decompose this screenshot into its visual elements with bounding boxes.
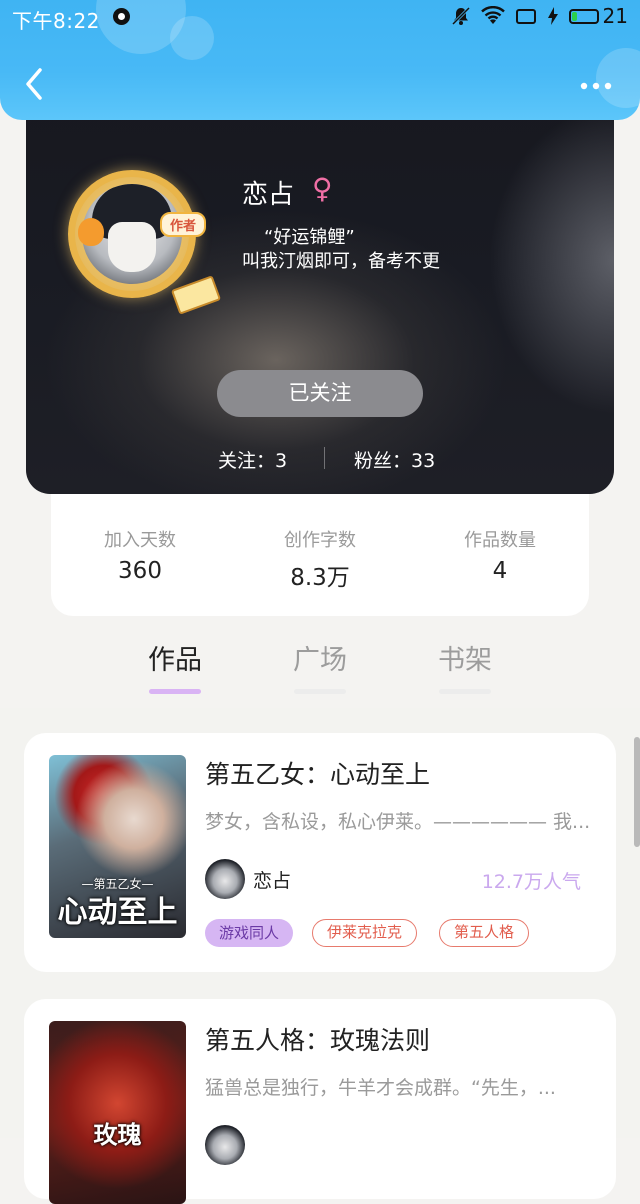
book-popularity: 12.7万人气 [481, 871, 581, 893]
stat-label: 作品数量 [464, 530, 536, 551]
book-cover[interactable]: 玫瑰 [49, 1021, 186, 1204]
profile-motto-line2: 叫我汀烟即可，备考不更 [242, 251, 440, 272]
book-author-row [205, 1123, 585, 1167]
more-button[interactable] [578, 78, 614, 92]
book-author-name[interactable]: 恋占 [253, 866, 291, 893]
tab-active-indicator [149, 689, 201, 694]
book-decoration-icon [170, 275, 222, 315]
book-description: 梦女，含私设，私心伊莱。—————— 我... [205, 811, 591, 833]
book-card[interactable]: —第五乙女— 心动至上 第五乙女：心动至上 梦女，含私设，私心伊莱。——————… [24, 733, 616, 972]
tab-bookshelf[interactable]: 书架 [425, 638, 505, 694]
stat-value: 4 [492, 558, 508, 584]
stats-divider [324, 447, 325, 469]
stat-word-count: 创作字数 8.3万 [245, 526, 395, 592]
author-mini-avatar[interactable] [205, 1125, 245, 1165]
author-mini-avatar[interactable] [205, 859, 245, 899]
author-stats-card: 加入天数 360 创作字数 8.3万 作品数量 4 [51, 494, 589, 616]
battery-indicator: 21 [568, 4, 628, 28]
flame-decoration-icon [78, 218, 104, 246]
book-card[interactable]: 玫瑰 第五人格：玫瑰法则 猛兽总是独行，牛羊才会成群。“先生，... [24, 999, 616, 1204]
following-count[interactable]: 关注：3 [218, 446, 287, 473]
back-button[interactable] [20, 64, 50, 104]
header-bubble-decoration [170, 16, 214, 60]
tab-label: 广场 [293, 645, 347, 676]
chevron-left-icon [26, 68, 42, 100]
cover-title: 玫瑰 [93, 1120, 142, 1149]
stat-value: 360 [118, 558, 162, 584]
author-badge: 作者 [160, 212, 207, 237]
profile-motto-line1: “好运锦鲤” [264, 227, 355, 248]
stat-works-count: 作品数量 4 [425, 526, 575, 584]
wifi-icon [480, 6, 505, 26]
stat-label: 加入天数 [104, 530, 176, 551]
author-avatar[interactable]: 作者 [64, 162, 222, 315]
profile-tabs: 作品 广场 书架 [0, 632, 640, 712]
stat-label: 创作字数 [284, 530, 356, 551]
book-author-row: 恋占 12.7万人气 [205, 857, 585, 901]
battery-level: 21 [602, 4, 628, 28]
fans-count[interactable]: 粉丝：33 [354, 446, 435, 473]
status-time: 下午8:22 [12, 9, 100, 33]
follow-stats: 关注：3 粉丝：33 [26, 446, 614, 472]
book-title[interactable]: 第五乙女：心动至上 [205, 755, 430, 791]
stat-join-days: 加入天数 360 [65, 526, 215, 584]
charging-bolt-icon [547, 6, 559, 26]
notification-dot-icon [113, 8, 130, 25]
cover-subtitle: —第五乙女— [81, 877, 154, 891]
tag-eli-clark[interactable]: 伊莱克拉克 [312, 919, 418, 947]
tag-identity-v[interactable]: 第五人格 [439, 919, 530, 947]
status-icons: 21 [451, 4, 628, 28]
more-dots-icon [580, 82, 612, 90]
book-cover[interactable]: —第五乙女— 心动至上 [49, 755, 186, 938]
tab-indicator [439, 689, 491, 694]
tab-works[interactable]: 作品 [135, 638, 215, 694]
book-description: 猛兽总是独行，牛羊才会成群。“先生，... [205, 1077, 556, 1099]
top-header: 下午8:22 21 [0, 0, 640, 120]
tab-label: 书架 [438, 645, 492, 676]
tab-indicator [294, 689, 346, 694]
stat-value: 8.3万 [290, 565, 350, 591]
mute-bell-icon [451, 6, 471, 26]
scrollbar[interactable] [634, 737, 640, 847]
tag-game-fanfic[interactable]: 游戏同人 [205, 919, 294, 947]
profile-card: 作者 恋占 ♀ “好运锦鲤” 叫我汀烟即可，备考不更 已关注 关注：3 粉丝：3… [26, 90, 614, 494]
followed-button[interactable]: 已关注 [217, 370, 423, 417]
author-nickname: 恋占 [242, 180, 295, 210]
battery-icon [568, 8, 599, 24]
book-title[interactable]: 第五人格：玫瑰法则 [205, 1021, 430, 1057]
screen-rotate-icon [515, 6, 537, 26]
cover-title: 心动至上 [57, 895, 178, 930]
tab-square[interactable]: 广场 [280, 638, 360, 694]
tab-label: 作品 [148, 645, 202, 676]
female-gender-icon: ♀ [312, 172, 333, 205]
